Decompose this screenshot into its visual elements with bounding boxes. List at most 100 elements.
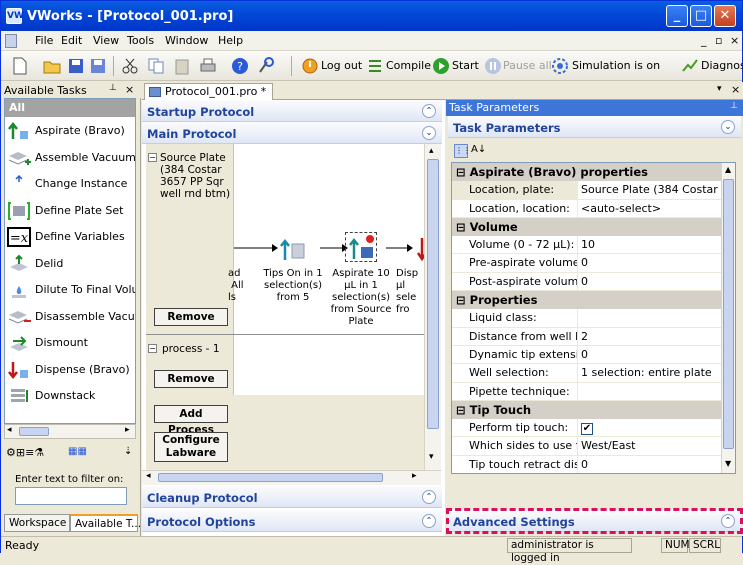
configure-labware-button[interactable]: Configure Labware [154, 432, 228, 462]
remove-process-2-button[interactable]: Remove [154, 370, 228, 388]
expand-chevron-icon[interactable]: ⌃ [422, 104, 436, 118]
canvas-vertical-scrollbar[interactable]: ▴ ▾ [424, 144, 441, 470]
task-parameters-header[interactable]: Task Parameters ⌄ [448, 116, 741, 138]
tip-touch-checkbox[interactable]: ✔ [581, 423, 593, 436]
compile-icon[interactable] [366, 57, 384, 75]
property-row[interactable]: Perform tip touch: ✔ [452, 419, 735, 438]
menu-file[interactable]: File [35, 34, 53, 47]
property-row[interactable]: Dynamic tip extension0 [452, 345, 735, 365]
open-folder-icon[interactable] [43, 57, 61, 75]
property-row[interactable]: Pre-aspirate volume (00 [452, 254, 735, 273]
document-icon[interactable] [5, 34, 17, 48]
property-category[interactable]: ⊟ Aspirate (Bravo) properties [452, 163, 735, 182]
property-category[interactable]: ⊟ Volume [452, 217, 735, 237]
property-value[interactable]: 0 [581, 458, 721, 471]
task-delid[interactable]: Delid [5, 250, 135, 277]
property-row[interactable]: Post-aspirate volume ((0 [452, 272, 735, 292]
expand-chevron-icon[interactable]: ⌃ [422, 514, 436, 528]
property-value[interactable]: <auto-select> [581, 202, 721, 215]
menu-view[interactable]: View [93, 34, 119, 47]
view-chart-icon[interactable]: ▦▦ [68, 446, 87, 457]
scroll-up-icon[interactable]: ▴ [429, 146, 434, 156]
property-value[interactable]: Source Plate (384 Costar 3 [581, 183, 721, 196]
simulation-icon[interactable] [551, 57, 569, 75]
process-collapse-icon[interactable]: − [148, 344, 157, 353]
sort-alpha-icon[interactable]: A↓ [471, 144, 486, 155]
collapse-category-icon[interactable]: ⊟ [456, 403, 470, 417]
print-icon[interactable] [199, 57, 217, 75]
task-change-instance[interactable]: Change Instance [5, 170, 135, 197]
property-value[interactable]: 0 [581, 275, 721, 288]
property-row[interactable]: Tip touch retract distar0 [452, 455, 735, 473]
remove-process-1-button[interactable]: Remove [154, 308, 228, 326]
menu-edit[interactable]: Edit [61, 34, 82, 47]
property-row[interactable]: Liquid class: [452, 309, 735, 328]
task-disassemble-vacuum[interactable]: Disassemble Vacuum [5, 303, 135, 330]
property-row[interactable]: Pipette technique: [452, 382, 735, 401]
task-group-header[interactable]: All [5, 99, 135, 117]
mdi-restore-icon[interactable]: ▫ [715, 34, 722, 47]
aspirate-step-icon[interactable] [345, 232, 377, 262]
save-icon[interactable] [67, 57, 85, 75]
property-row[interactable]: Location, plate: Source Plate (384 Costar… [452, 181, 735, 200]
property-value[interactable]: 2 [581, 330, 721, 343]
step-label-aspirate[interactable]: Aspirate 10 µL in 1 selection(s) from So… [328, 268, 394, 328]
property-row[interactable]: Distance from well bott2 [452, 327, 735, 346]
scroll-up-icon[interactable]: ▲ [725, 165, 731, 174]
process-collapse-icon[interactable]: − [148, 153, 157, 162]
save-all-icon[interactable] [89, 57, 107, 75]
pin-icon[interactable]: ⊥ [109, 83, 117, 93]
mdi-minimize-icon[interactable]: _ [701, 34, 707, 47]
task-list-scrollbar[interactable]: ◂ ▸ [4, 424, 136, 439]
new-file-icon[interactable] [11, 57, 29, 75]
mdi-close-icon[interactable]: × [730, 34, 739, 47]
more-icon[interactable]: ⇣ [124, 446, 132, 457]
menu-help[interactable]: Help [218, 34, 243, 47]
protocol-options-header[interactable]: Protocol Options ⌃ [142, 510, 442, 532]
property-row[interactable]: Which sides to use for tWest/East [452, 437, 735, 456]
property-grid-scrollbar[interactable]: ▲ ▼ [721, 163, 735, 473]
pause-all-icon[interactable] [484, 57, 502, 75]
property-row[interactable]: Well selection: 1 selection: entire plate [452, 364, 735, 383]
scroll-right-icon[interactable]: ▸ [412, 471, 417, 481]
logout-icon[interactable] [301, 57, 319, 75]
compile-button[interactable]: Compile [386, 59, 431, 72]
scroll-left-icon[interactable]: ◂ [146, 471, 151, 481]
advanced-settings-header[interactable]: Advanced Settings ⌃ [446, 508, 743, 534]
step-label-partial[interactable]: ad All ls [228, 268, 256, 304]
scroll-right-icon[interactable]: ▸ [125, 425, 130, 435]
property-value[interactable]: 0 [581, 348, 721, 361]
diagnostics-button[interactable]: Diagnostics [701, 59, 743, 72]
help-icon[interactable]: ? [231, 57, 249, 75]
tips-on-step-icon[interactable] [279, 236, 307, 262]
simulation-toggle[interactable]: Simulation is on [572, 59, 660, 72]
add-process-button[interactable]: Add Process [154, 405, 228, 436]
collapse-category-icon[interactable]: ⊟ [456, 220, 470, 234]
task-define-variables[interactable]: =x Define Variables [5, 223, 135, 250]
expand-chevron-icon[interactable]: ⌃ [721, 514, 735, 528]
pin-icon[interactable]: ⊥ [730, 101, 738, 111]
scroll-down-icon[interactable]: ▾ [429, 452, 434, 462]
minimize-button[interactable]: _ [666, 5, 688, 27]
scroll-down-icon[interactable]: ▼ [725, 459, 731, 468]
collapse-chevron-icon[interactable]: ⌄ [721, 120, 735, 134]
tab-workspace[interactable]: Workspace [4, 514, 70, 532]
collapse-category-icon[interactable]: ⊟ [456, 165, 470, 179]
property-value[interactable]: West/East [581, 439, 721, 452]
scroll-thumb[interactable] [19, 427, 49, 436]
task-dismount[interactable]: Dismount [5, 329, 135, 356]
property-value[interactable]: 10 [581, 238, 721, 251]
property-category[interactable]: ⊟ Properties [452, 291, 735, 310]
task-dispense[interactable]: Dispense (Bravo) [5, 356, 135, 383]
menu-tools[interactable]: Tools [127, 34, 154, 47]
tab-available-tasks[interactable]: Available T... [70, 514, 141, 532]
collapse-chevron-icon[interactable]: ⌄ [422, 126, 436, 140]
scroll-left-icon[interactable]: ◂ [7, 425, 12, 435]
scroll-thumb[interactable] [427, 159, 439, 429]
context-help-icon[interactable] [257, 57, 275, 75]
maximize-button[interactable]: □ [690, 5, 712, 27]
task-assemble-vacuum[interactable]: Assemble Vacuum (B [5, 144, 135, 171]
step-label-tips-on[interactable]: Tips On in 1 selection(s) from 5 [261, 268, 325, 304]
property-value[interactable]: 0 [581, 256, 721, 269]
start-icon[interactable] [432, 57, 450, 75]
